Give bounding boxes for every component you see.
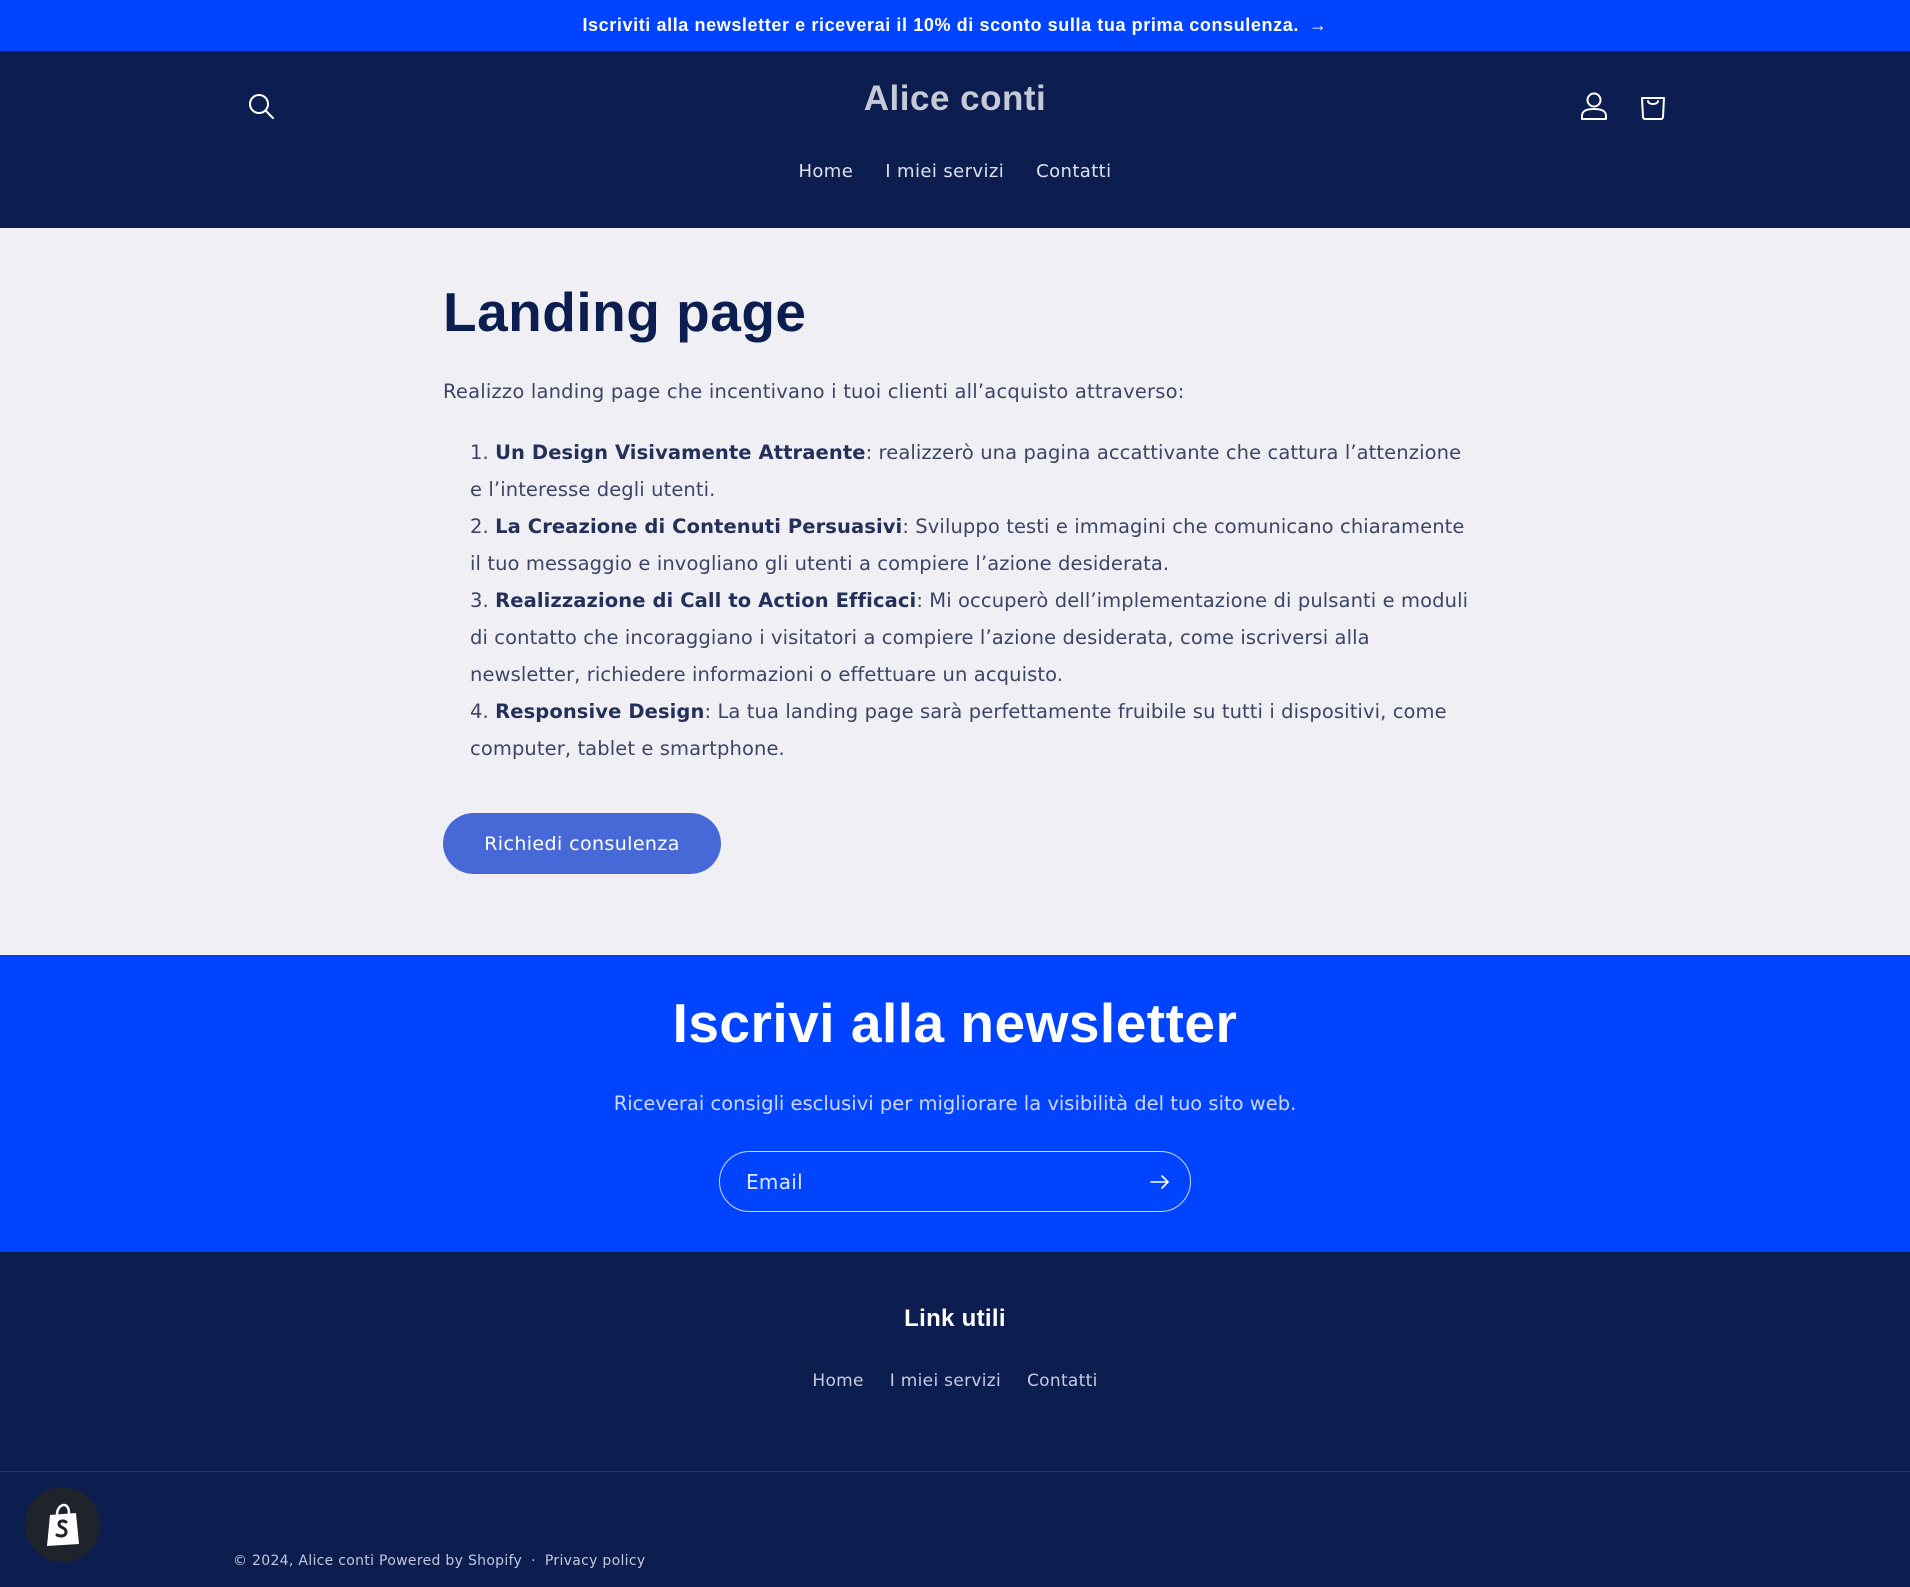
list-item-title: Un Design Visivamente Attraente <box>495 441 866 464</box>
email-field[interactable]: Email <box>719 1151 1191 1212</box>
announcement-text[interactable]: Iscriviti alla newsletter e riceverai il… <box>582 15 1298 36</box>
list-item: 4. Responsive Design: La tua landing pag… <box>470 693 1470 767</box>
list-number: 2. <box>470 515 489 538</box>
shopify-bag-icon[interactable] <box>25 1487 100 1562</box>
list-item: 2. La Creazione di Contenuti Persuasivi:… <box>470 508 1470 582</box>
main-content: Landing page Realizzo landing page che i… <box>0 228 1910 955</box>
email-placeholder: Email <box>746 1169 803 1194</box>
site-footer: Link utili Home I miei servizi Contatti … <box>0 1252 1910 1587</box>
list-item: 1. Un Design Visivamente Attraente: real… <box>470 434 1470 508</box>
footer-links: Home I miei servizi Contatti <box>0 1371 1910 1391</box>
list-number: 3. <box>470 589 489 612</box>
footer-link-contacts[interactable]: Contatti <box>1027 1371 1098 1391</box>
list-item-title: Realizzazione di Call to Action Efficaci <box>495 589 917 612</box>
site-logo[interactable]: Alice conti <box>0 79 1910 119</box>
list-number: 4. <box>470 700 489 723</box>
arrow-right-icon[interactable] <box>1148 1170 1172 1194</box>
separator: · <box>531 1553 536 1569</box>
list-number: 1. <box>470 441 489 464</box>
footer-copyright: © 2024, Alice conti Powered by Shopify · P… <box>233 1553 645 1569</box>
feature-list: 1. Un Design Visivamente Attraente: real… <box>470 434 1470 767</box>
footer-link-home[interactable]: Home <box>812 1371 863 1391</box>
nav-item-contacts[interactable]: Contatti <box>1036 161 1111 182</box>
cart-icon[interactable] <box>1636 88 1670 122</box>
announcement-bar[interactable]: Iscriviti alla newsletter e riceverai il… <box>0 0 1910 51</box>
nav-item-services[interactable]: I miei servizi <box>885 161 1004 182</box>
copyright-text[interactable]: © 2024, Alice conti Powered by Shopify <box>233 1553 522 1569</box>
newsletter-title: Iscrivi alla newsletter <box>672 992 1238 1054</box>
site-header: Alice conti Home I miei servizi Contatti <box>0 51 1910 228</box>
list-item-title: La Creazione di Contenuti Persuasivi <box>495 515 903 538</box>
nav-item-home[interactable]: Home <box>798 161 853 182</box>
arrow-right-icon: → <box>1308 15 1328 35</box>
account-icon[interactable] <box>1577 89 1611 123</box>
footer-divider <box>0 1471 1910 1472</box>
footer-heading: Link utili <box>904 1305 1006 1332</box>
privacy-policy-link[interactable]: Privacy policy <box>545 1553 646 1569</box>
newsletter-section: Iscrivi alla newsletter Riceverai consig… <box>0 955 1910 1252</box>
intro-text: Realizzo landing page che incentivano i … <box>443 380 1185 403</box>
footer-link-services[interactable]: I miei servizi <box>890 1371 1001 1391</box>
page-title: Landing page <box>443 281 807 343</box>
newsletter-subtitle: Riceverai consigli esclusivi per miglior… <box>613 1092 1297 1115</box>
list-item: 3. Realizzazione di Call to Action Effic… <box>470 582 1470 693</box>
request-consultation-button[interactable]: Richiedi consulenza <box>443 813 721 874</box>
main-nav: Home I miei servizi Contatti <box>0 161 1910 182</box>
list-item-title: Responsive Design <box>495 700 705 723</box>
